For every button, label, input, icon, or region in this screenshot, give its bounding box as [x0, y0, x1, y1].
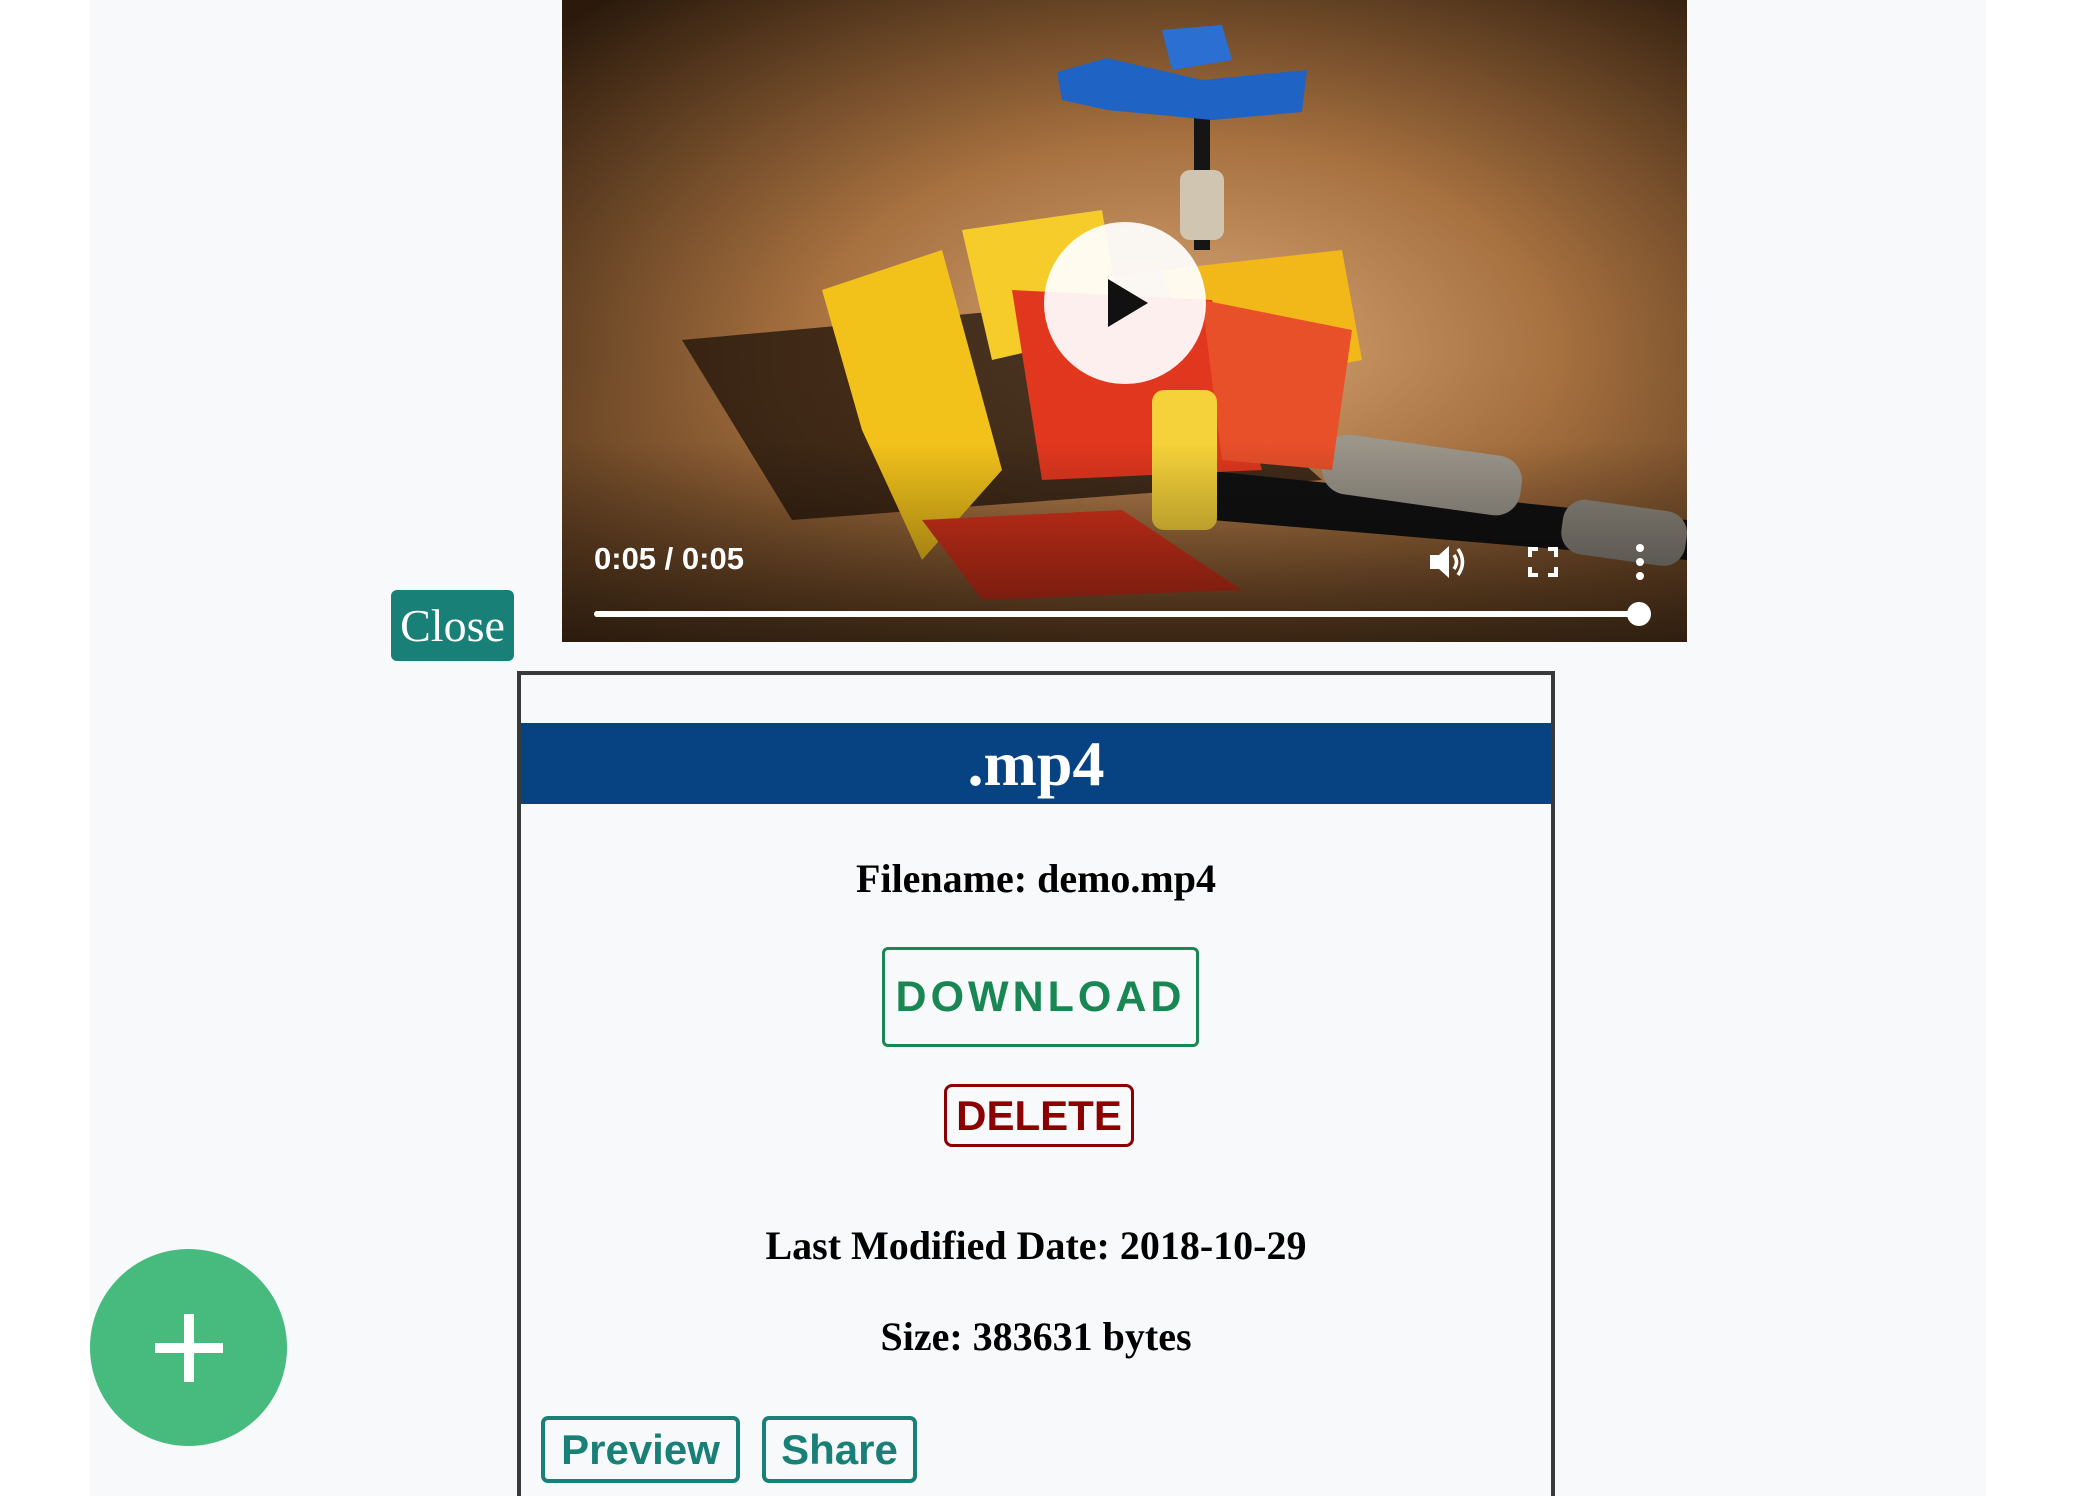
volume-icon[interactable] [1428, 543, 1468, 581]
add-file-button[interactable] [90, 1249, 287, 1446]
close-button[interactable]: Close [391, 590, 514, 661]
filename-text: Filename: demo.mp4 [856, 856, 1216, 901]
download-button[interactable]: DOWNLOAD [882, 947, 1199, 1047]
file-extension-header: .mp4 [521, 723, 1551, 804]
file-size-text: Size: 383631 bytes [880, 1314, 1192, 1359]
video-player[interactable]: 0:05 / 0:05 [562, 0, 1687, 642]
share-button[interactable]: Share [762, 1416, 917, 1483]
fullscreen-icon[interactable] [1528, 547, 1558, 577]
play-button[interactable] [1044, 222, 1206, 384]
video-progress-thumb[interactable] [1627, 602, 1651, 626]
plus-icon [154, 1313, 223, 1382]
video-progress-bar[interactable] [594, 602, 1651, 626]
play-icon [1108, 279, 1148, 327]
delete-button[interactable]: DELETE [944, 1084, 1134, 1147]
preview-button[interactable]: Preview [541, 1416, 740, 1483]
last-modified-text: Last Modified Date: 2018-10-29 [765, 1223, 1307, 1268]
video-progress-fill [594, 611, 1639, 617]
file-details-card: .mp4 Filename: demo.mp4 DOWNLOAD DELETE … [517, 671, 1555, 1496]
video-time-display: 0:05 / 0:05 [594, 541, 744, 576]
more-options-icon[interactable] [1634, 543, 1646, 581]
